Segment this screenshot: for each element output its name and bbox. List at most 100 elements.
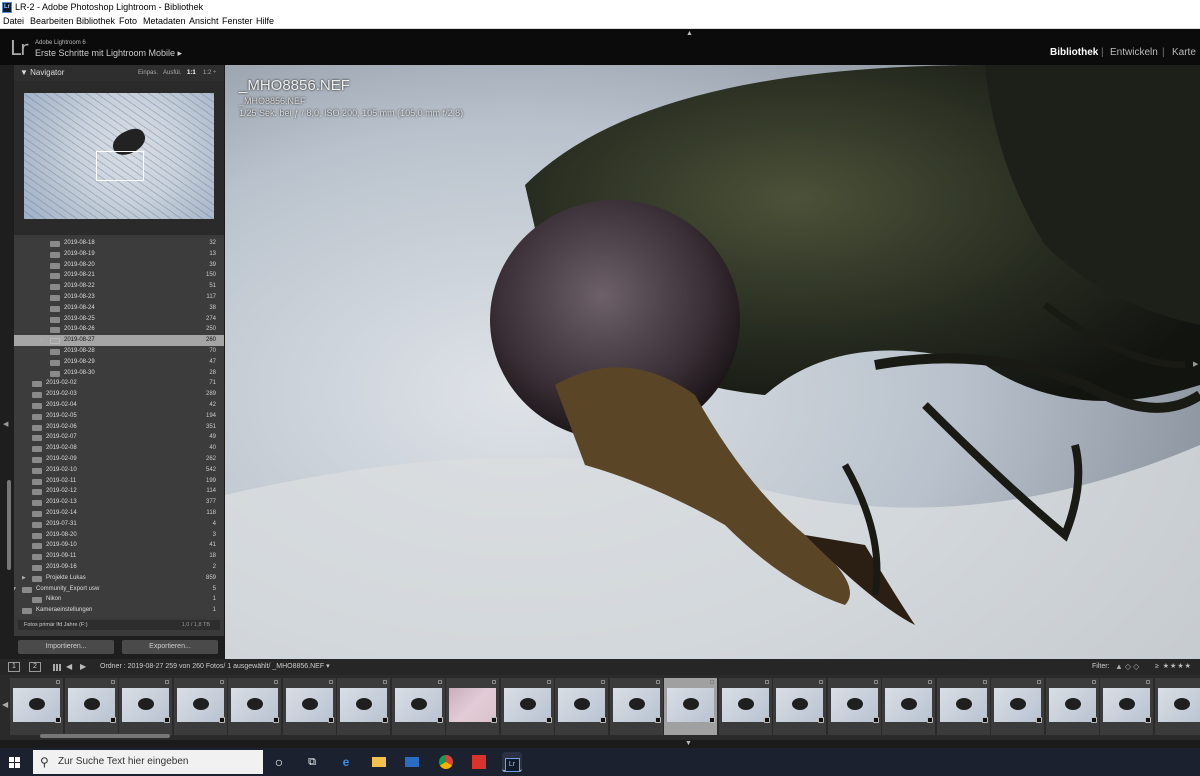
monitor-1-button[interactable]: 1 (8, 662, 20, 672)
expand-down-icon[interactable]: ▼ (14, 584, 17, 595)
volume-row[interactable]: Fotos primär lfd Jahre (F:) 1,0 / 1,8 TB (18, 620, 220, 630)
filmstrip-thumbnail[interactable] (609, 678, 663, 735)
zoom-1-1[interactable]: 1:1 (187, 65, 196, 81)
expand-right-icon[interactable]: ▶ (22, 573, 26, 584)
filmstrip-thumbnail[interactable] (1100, 678, 1153, 735)
folder-row[interactable]: 2019-02-10 542 (14, 465, 224, 476)
monitor-2-button[interactable]: 2 (29, 662, 41, 672)
flag-icon[interactable] (873, 680, 878, 684)
filmstrip-thumbnail[interactable] (1154, 678, 1200, 735)
filmstrip-thumbnail[interactable] (555, 678, 608, 735)
menu-foto[interactable]: Foto (119, 15, 137, 28)
folder-row[interactable]: 2019-08-25 274 (14, 314, 224, 325)
rating-filter[interactable]: ≥ ★★★★ (1155, 659, 1192, 675)
folder-row[interactable]: ▼ Community_Export usw 5 (14, 584, 224, 595)
folder-row[interactable]: 2019-02-03 289 (14, 389, 224, 400)
filmstrip-thumbnail[interactable] (64, 678, 118, 735)
folder-row[interactable]: 2019-02-02 71 (14, 378, 224, 389)
folder-row[interactable]: 2019-09-10 41 (14, 540, 224, 551)
task-view-icon[interactable]: ⧉ (302, 752, 322, 772)
filmstrip-source-path[interactable]: Ordner : 2019-08-27 259 von 260 Fotos/ 1… (100, 659, 330, 675)
loupe-view[interactable]: _MHO8856.NEF _MHO8856.NEF 1/25 Sek. bei … (225, 65, 1200, 659)
folder-row[interactable]: Kameraeinstellungen 1 (14, 605, 224, 616)
flag-filter-icons[interactable]: ▲◇◇ (1115, 659, 1141, 675)
filmstrip-thumbnail[interactable] (882, 678, 935, 735)
flag-icon[interactable] (219, 680, 224, 684)
module-bibliothek[interactable]: Bibliothek (1050, 47, 1098, 58)
filmstrip-thumbnail[interactable] (936, 678, 990, 735)
folder-row[interactable]: 2019-08-24 38 (14, 303, 224, 314)
folder-row[interactable]: 2019-02-05 194 (14, 411, 224, 422)
navigator-header[interactable]: ▼ Navigator Einpas. Ausfül. 1:1 1:2 ÷ (14, 65, 224, 81)
folder-row[interactable]: ▶ 2019-08-27 260 (14, 335, 224, 346)
folder-row[interactable]: 2019-02-07 49 (14, 432, 224, 443)
folder-row[interactable]: 2019-08-18 32 (14, 238, 224, 249)
flag-icon[interactable] (274, 680, 278, 684)
left-panel-scrollbar[interactable] (7, 480, 11, 570)
folder-row[interactable]: 2019-02-09 262 (14, 454, 224, 465)
filmstrip-thumbnail[interactable] (664, 678, 717, 735)
folder-row[interactable]: 2019-02-11 199 (14, 476, 224, 487)
windows-start-icon[interactable] (9, 757, 20, 768)
filmstrip-thumbnail[interactable] (173, 678, 227, 735)
bottom-panel-toggle-icon[interactable]: ▼ (685, 740, 692, 747)
filmstrip-thumbnail[interactable] (282, 678, 336, 735)
flag-icon[interactable] (437, 680, 442, 684)
flag-icon[interactable] (56, 680, 60, 684)
flag-icon[interactable] (165, 680, 169, 684)
folder-row[interactable]: 2019-08-19 13 (14, 249, 224, 260)
export-button[interactable]: Exportieren... (122, 640, 218, 654)
taskbar-search-input[interactable]: ⚲ Zur Suche Text hier eingeben (33, 750, 263, 774)
right-panel-toggle-icon[interactable]: ▶ (1193, 360, 1198, 368)
folder-row[interactable]: 2019-02-08 40 (14, 443, 224, 454)
filmstrip-thumbnail[interactable] (827, 678, 881, 735)
filmstrip-thumbnail[interactable] (10, 678, 63, 735)
menu-ansicht[interactable]: Ansicht (189, 15, 219, 28)
folder-row[interactable]: 2019-09-16 2 (14, 562, 224, 573)
filmstrip-thumbnail[interactable] (119, 678, 172, 735)
folder-row[interactable]: 2019-08-29 47 (14, 357, 224, 368)
next-icon[interactable]: ▶ (80, 659, 86, 675)
acrobat-icon[interactable] (469, 752, 489, 772)
expand-right-icon[interactable]: ▶ (40, 335, 44, 346)
menu-metadaten[interactable]: Metadaten (143, 15, 186, 28)
flag-icon[interactable] (928, 680, 932, 684)
menu-hilfe[interactable]: Hilfe (256, 15, 274, 28)
mail-icon[interactable] (402, 752, 422, 772)
filmstrip-thumbnail[interactable] (773, 678, 826, 735)
navigator-preview-image[interactable] (24, 93, 214, 219)
folder-row[interactable]: 2019-09-11 18 (14, 551, 224, 562)
lightroom-taskbar-icon[interactable]: Lr (502, 752, 522, 772)
filmstrip-thumbnail[interactable] (391, 678, 445, 735)
menu-fenster[interactable]: Fenster (222, 15, 253, 28)
folder-row[interactable]: 2019-07-31 4 (14, 519, 224, 530)
zoom-1-2[interactable]: 1:2 ÷ (203, 65, 216, 81)
filmstrip-thumbnail[interactable] (228, 678, 281, 735)
folder-row[interactable]: 2019-02-06 351 (14, 422, 224, 433)
folder-row[interactable]: 2019-08-23 117 (14, 292, 224, 303)
filmstrip-thumbnail[interactable] (446, 678, 499, 735)
flag-icon[interactable] (328, 680, 333, 684)
folder-row[interactable]: 2019-08-20 3 (14, 530, 224, 541)
zoom-fill[interactable]: Ausfül. (163, 65, 181, 81)
folder-row[interactable]: 2019-02-12 114 (14, 486, 224, 497)
folder-row[interactable]: 2019-02-13 377 (14, 497, 224, 508)
zoom-fit[interactable]: Einpas. (138, 65, 158, 81)
filmstrip-thumbnail[interactable] (337, 678, 390, 735)
flag-icon[interactable] (110, 680, 115, 684)
folder-row[interactable]: 2019-08-28 70 (14, 346, 224, 357)
folder-row[interactable]: 2019-08-21 150 (14, 270, 224, 281)
flag-icon[interactable] (982, 680, 987, 684)
flag-icon[interactable] (764, 680, 769, 684)
filmstrip-thumbnail[interactable] (991, 678, 1044, 735)
folder-row[interactable]: Nikon 1 (14, 594, 224, 605)
import-button[interactable]: Importieren... (18, 640, 114, 654)
menu-bearbeiten[interactable]: Bearbeiten (30, 15, 74, 28)
module-entwickeln[interactable]: Entwickeln (1110, 47, 1158, 58)
menu-bibliothek[interactable]: Bibliothek (76, 15, 115, 28)
flag-icon[interactable] (601, 680, 605, 684)
top-panel-toggle-icon[interactable]: ▲ (686, 30, 693, 37)
folder-row[interactable]: 2019-02-04 42 (14, 400, 224, 411)
cortana-icon[interactable]: ○ (269, 752, 289, 772)
mobile-link[interactable]: Erste Schritte mit Lightroom Mobile ▸ (35, 48, 182, 59)
